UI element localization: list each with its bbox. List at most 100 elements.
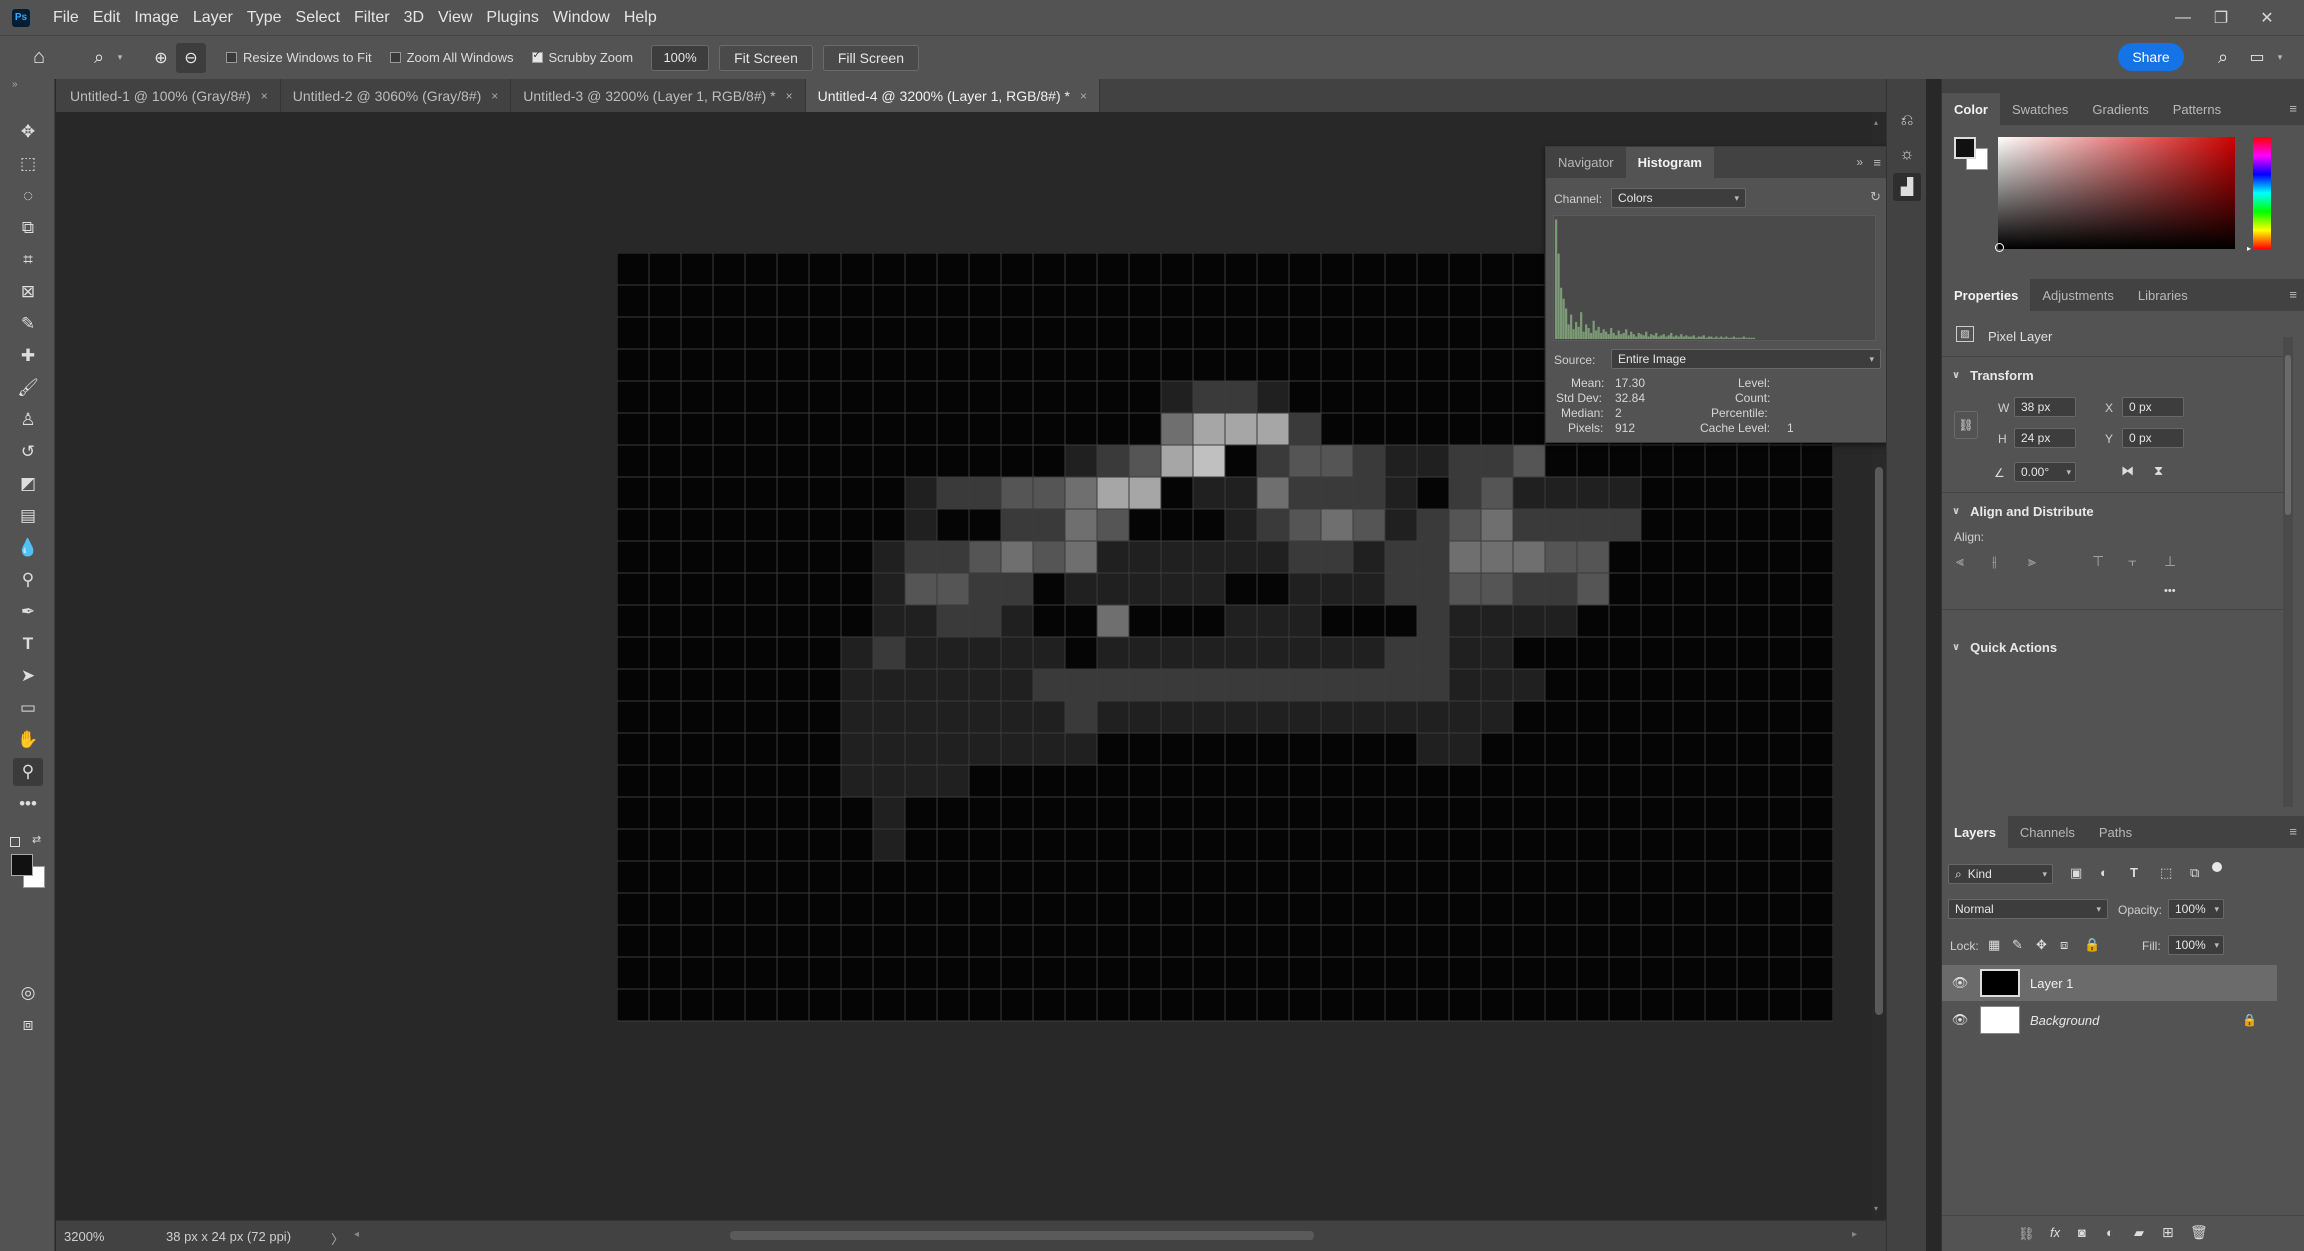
- workspace-icon[interactable]: ▭: [2244, 44, 2270, 70]
- home-icon[interactable]: ⌂: [24, 43, 54, 73]
- menu-type[interactable]: Type: [240, 9, 289, 27]
- clone-stamp-tool-icon[interactable]: ♙: [13, 406, 43, 434]
- visibility-eye-icon[interactable]: 👁: [1952, 1012, 1969, 1028]
- zoom-tool-icon[interactable]: ⚲: [13, 758, 43, 786]
- new-layer-icon[interactable]: ⊞: [2162, 1224, 2174, 1241]
- horizontal-scroll-thumb[interactable]: [730, 1231, 1314, 1240]
- search-icon[interactable]: ⌕: [2210, 44, 2236, 70]
- layer-thumbnail[interactable]: [1980, 969, 2020, 997]
- menu-window[interactable]: Window: [546, 9, 617, 27]
- hue-slider[interactable]: [2253, 137, 2271, 249]
- lock-all-icon[interactable]: 🔒: [2084, 937, 2100, 953]
- hue-slider-marker[interactable]: ▸: [2247, 244, 2251, 253]
- trash-icon[interactable]: 🗑: [2190, 1224, 2208, 1241]
- zoom-all-windows-checkbox[interactable]: Zoom All Windows: [389, 50, 514, 65]
- layer-row-layer-1[interactable]: 👁 Layer 1: [1942, 965, 2277, 1001]
- zoom-out-icon[interactable]: ⊖: [176, 42, 206, 73]
- visibility-eye-icon[interactable]: 👁: [1952, 975, 1969, 991]
- type-tool-icon[interactable]: T: [13, 630, 43, 658]
- more-options-icon[interactable]: •••: [2164, 585, 2176, 597]
- zoom-tool-preset-icon[interactable]: ⌕: [84, 43, 114, 73]
- layer-filter-kind[interactable]: ⌕ Kind ▾: [1948, 864, 2053, 884]
- color-picker-handle[interactable]: [1995, 243, 2004, 252]
- x-field[interactable]: 0 px: [2122, 397, 2184, 417]
- tab-close-icon[interactable]: ×: [261, 89, 268, 103]
- fit-screen-button[interactable]: Fit Screen: [719, 44, 813, 71]
- lock-image-icon[interactable]: ✎: [2012, 937, 2023, 953]
- filter-smart-object-icon[interactable]: ⧉: [2190, 865, 2199, 881]
- layer-name[interactable]: Background: [2030, 1013, 2099, 1028]
- tab-untitled-4[interactable]: Untitled-4 @ 3200% (Layer 1, RGB/8#) * ×: [805, 79, 1100, 112]
- menu-plugins[interactable]: Plugins: [479, 9, 545, 27]
- marquee-tool-icon[interactable]: ⬚: [13, 150, 43, 178]
- filter-type-icon[interactable]: T: [2130, 865, 2138, 880]
- share-button[interactable]: Share: [2118, 43, 2184, 71]
- lock-position-icon[interactable]: ✥: [2036, 937, 2047, 953]
- menu-select[interactable]: Select: [289, 9, 347, 27]
- properties-scroll-thumb[interactable]: [2285, 355, 2291, 515]
- more-tools-icon[interactable]: •••: [13, 790, 43, 818]
- width-field[interactable]: 38 px: [2014, 397, 2076, 417]
- tab-close-icon[interactable]: ×: [1080, 89, 1087, 103]
- tab-channels[interactable]: Channels: [2008, 816, 2087, 848]
- default-colors-icon[interactable]: [10, 837, 20, 847]
- tab-gradients[interactable]: Gradients: [2080, 93, 2160, 125]
- eyedropper-tool-icon[interactable]: ✎: [13, 310, 43, 338]
- align-hcenter-icon[interactable]: ⫲: [1992, 553, 1997, 570]
- link-dimensions-icon[interactable]: ⛓: [1954, 411, 1978, 439]
- layer-row-background[interactable]: 👁 Background 🔒: [1942, 1002, 2277, 1038]
- tab-close-icon[interactable]: ×: [786, 89, 793, 103]
- collapse-toolbar-icon[interactable]: »: [12, 79, 18, 90]
- zoom-percent-field[interactable]: 100%: [651, 44, 710, 71]
- layer-name[interactable]: Layer 1: [2030, 976, 2073, 991]
- foreground-swatch[interactable]: [1954, 137, 1976, 159]
- panel-menu-icon[interactable]: ≡: [1873, 155, 1881, 170]
- add-mask-icon[interactable]: ◙: [2078, 1225, 2086, 1240]
- flip-vertical-icon[interactable]: ⧗: [2154, 463, 2163, 479]
- filter-pixel-icon[interactable]: ▣: [2070, 865, 2082, 881]
- layer-thumbnail[interactable]: [1980, 1006, 2020, 1034]
- group-folder-icon[interactable]: ▰: [2134, 1225, 2144, 1241]
- screen-mode-icon[interactable]: ⧈: [13, 1011, 43, 1039]
- transform-section-header[interactable]: ∨ Transform: [1952, 368, 2034, 383]
- tab-libraries[interactable]: Libraries: [2126, 279, 2200, 311]
- tab-close-icon[interactable]: ×: [491, 89, 498, 103]
- histogram-panel-icon[interactable]: ▟: [1893, 173, 1921, 201]
- link-layers-icon[interactable]: ⛓: [2018, 1226, 2035, 1242]
- history-panel-icon[interactable]: ⎌: [1893, 107, 1921, 135]
- eraser-tool-icon[interactable]: ◩: [13, 470, 43, 498]
- menu-3d[interactable]: 3D: [397, 9, 431, 27]
- panel-menu-icon[interactable]: ≡: [2289, 287, 2297, 302]
- properties-scrollbar[interactable]: [2283, 337, 2293, 807]
- tab-untitled-1[interactable]: Untitled-1 @ 100% (Gray/8#) ×: [56, 79, 281, 112]
- resize-windows-checkbox[interactable]: Resize Windows to Fit: [226, 50, 372, 65]
- fill-field[interactable]: 100% ▾: [2168, 935, 2224, 955]
- close-icon[interactable]: ✕: [2244, 0, 2290, 35]
- maximize-icon[interactable]: ❐: [2198, 0, 2244, 35]
- tab-navigator[interactable]: Navigator: [1546, 147, 1626, 179]
- adjustments-panel-icon[interactable]: ☼: [1893, 141, 1921, 169]
- adjustment-layer-icon[interactable]: ◐: [2106, 1225, 2114, 1240]
- filter-adjustment-icon[interactable]: ◐: [2100, 865, 2108, 880]
- panel-menu-icon[interactable]: ≡: [2289, 824, 2297, 839]
- channel-select[interactable]: Colors ▾: [1611, 188, 1746, 208]
- fx-icon[interactable]: fx: [2050, 1225, 2060, 1240]
- menu-help[interactable]: Help: [617, 9, 664, 27]
- scroll-left-icon[interactable]: ◂: [354, 1229, 359, 1240]
- panel-menu-icon[interactable]: ≡: [2289, 101, 2297, 116]
- object-select-tool-icon[interactable]: ⧉: [13, 214, 43, 242]
- scroll-up-icon[interactable]: ▴: [1874, 118, 1878, 127]
- zoom-in-icon[interactable]: ⊕: [146, 43, 176, 73]
- vertical-scroll-thumb[interactable]: [1875, 467, 1883, 1015]
- tab-properties[interactable]: Properties: [1942, 279, 2031, 311]
- healing-brush-tool-icon[interactable]: ✚: [13, 342, 43, 370]
- height-field[interactable]: 24 px: [2014, 428, 2076, 448]
- status-menu-icon[interactable]: 〉: [331, 1229, 344, 1248]
- menu-image[interactable]: Image: [127, 9, 185, 27]
- tab-untitled-2[interactable]: Untitled-2 @ 3060% (Gray/8#) ×: [280, 79, 512, 112]
- history-brush-tool-icon[interactable]: ↺: [13, 438, 43, 466]
- menu-view[interactable]: View: [431, 9, 479, 27]
- tab-adjustments[interactable]: Adjustments: [2030, 279, 2126, 311]
- move-tool-icon[interactable]: ✥: [13, 118, 43, 146]
- lock-icon[interactable]: 🔒: [2242, 1013, 2257, 1027]
